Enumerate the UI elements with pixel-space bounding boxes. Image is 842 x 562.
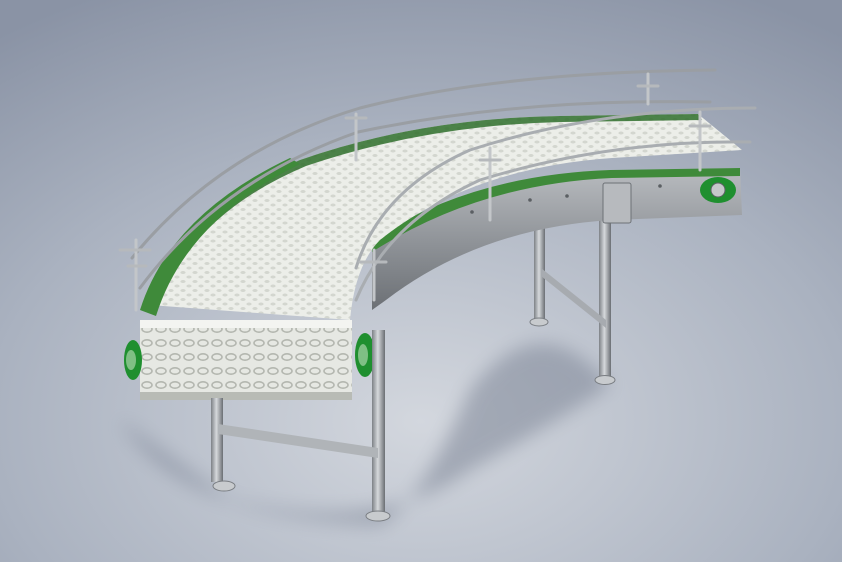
- backdrop: [0, 0, 842, 562]
- belt-end-discharge: [140, 320, 352, 400]
- render-canvas: [0, 0, 842, 562]
- conveyor-render: [0, 0, 842, 562]
